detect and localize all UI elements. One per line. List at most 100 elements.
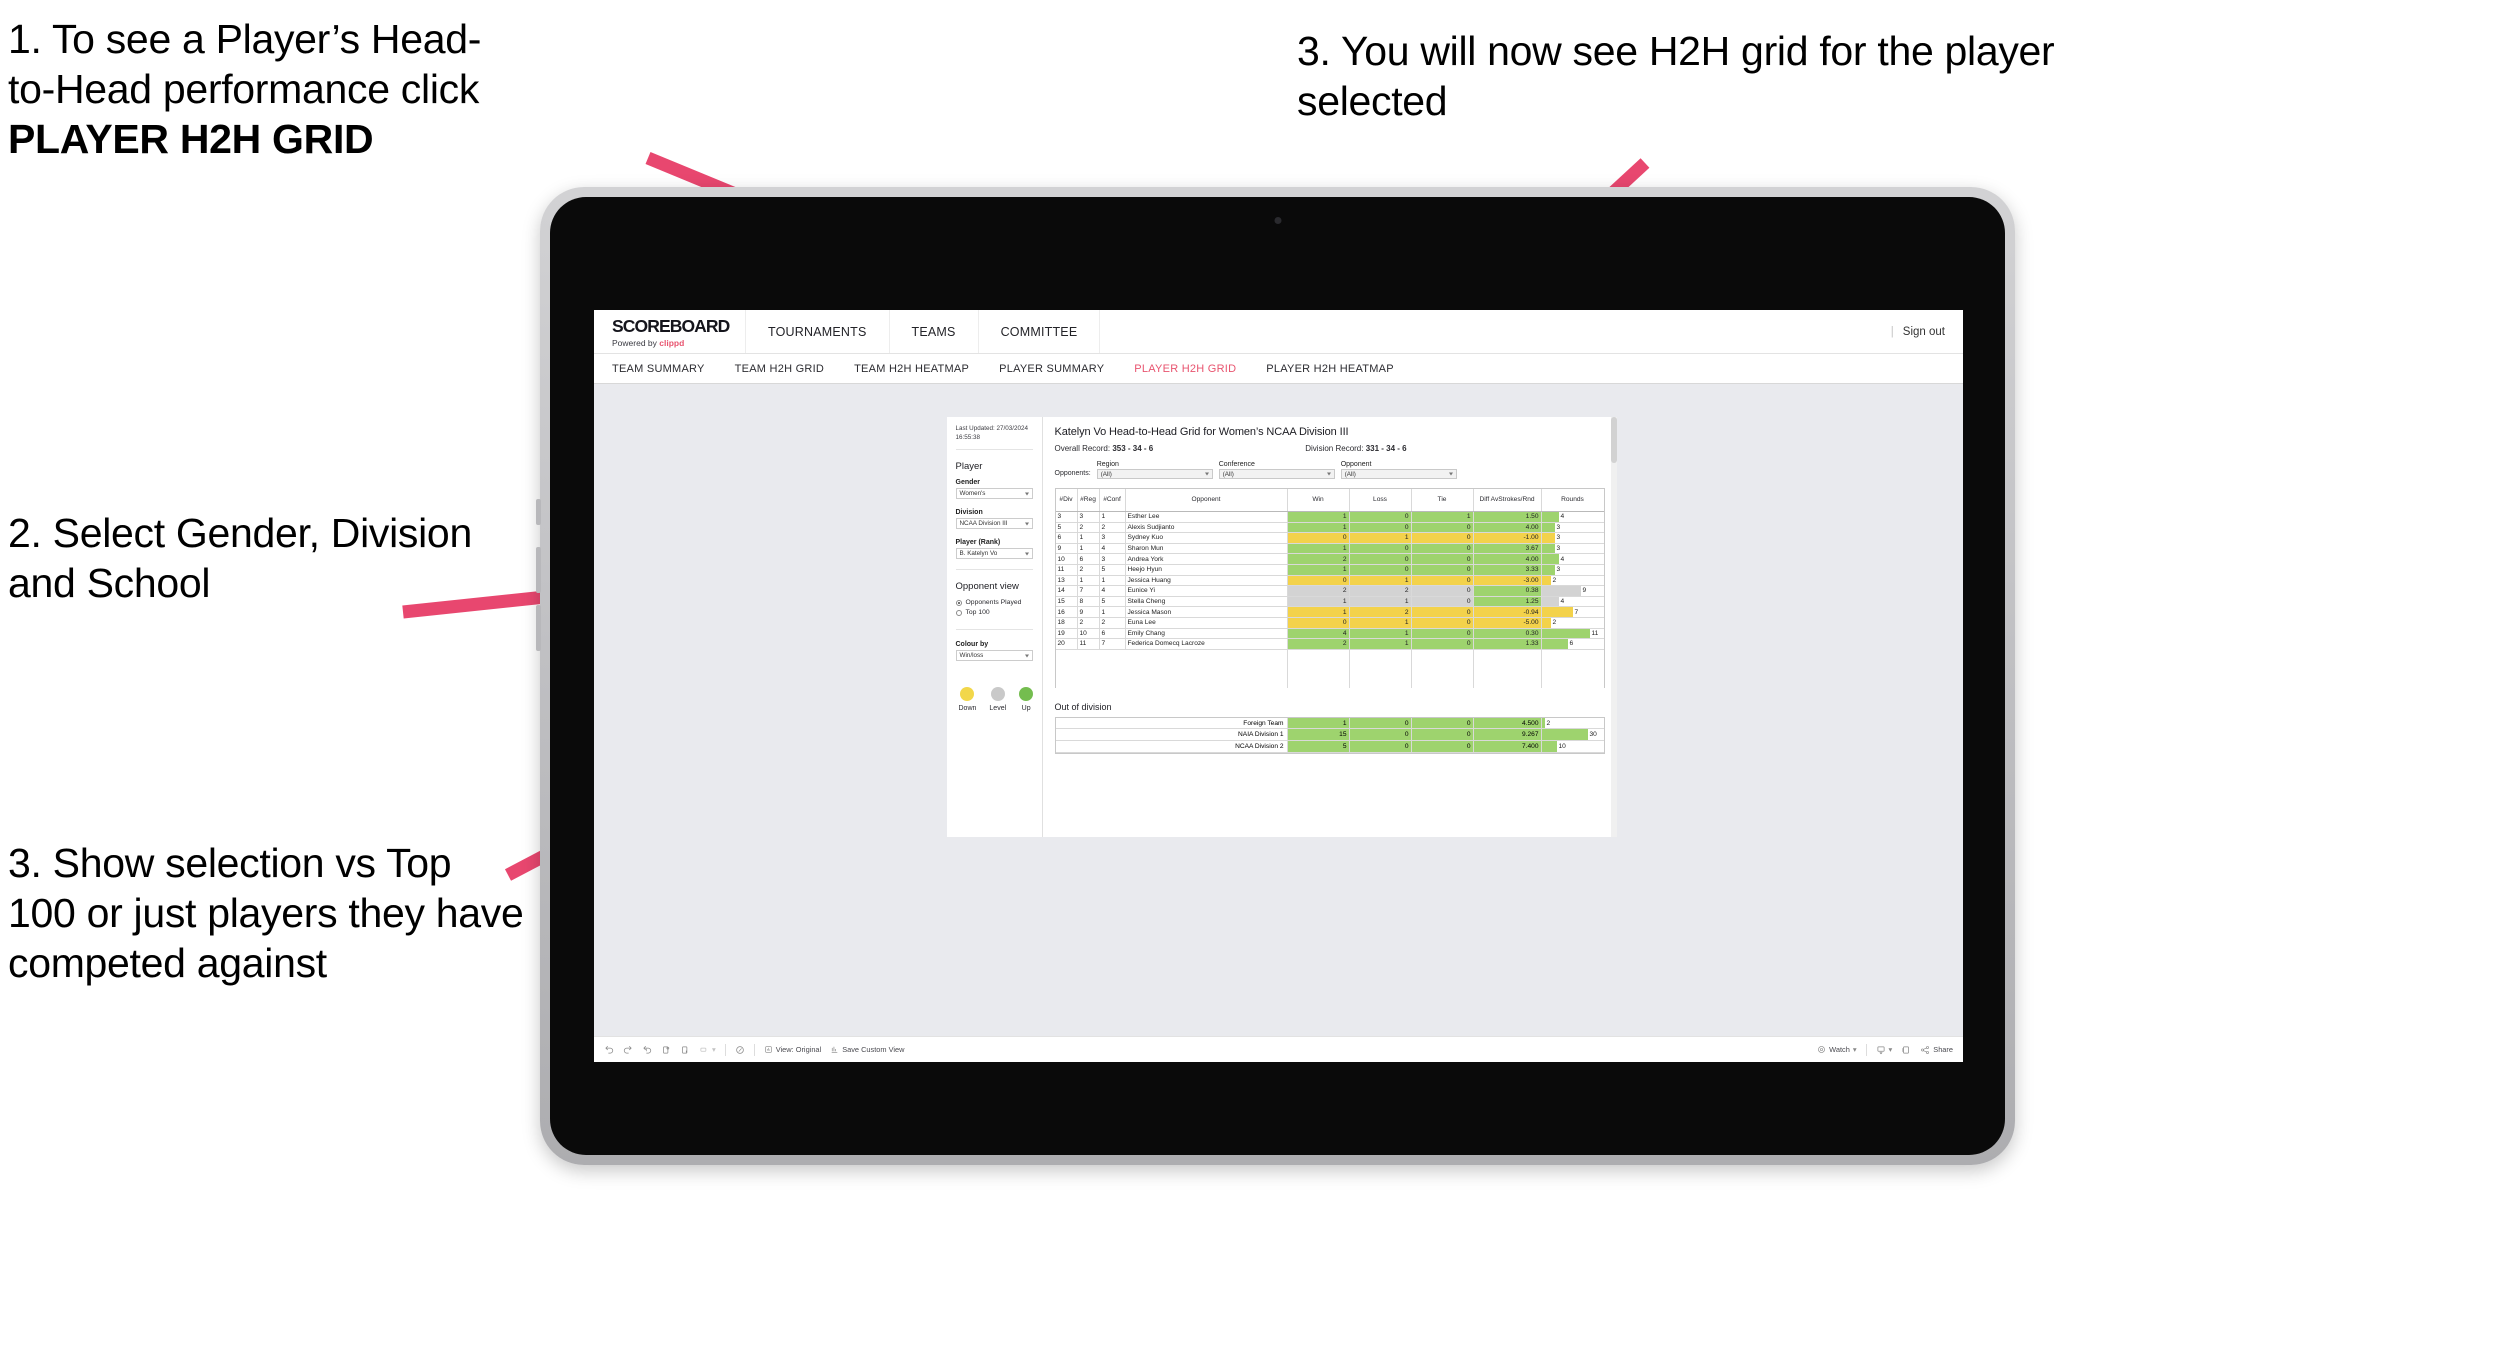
table-row[interactable]: 18 2 2 Euna Lee 0 1 0 -5.00 2 <box>1055 617 1604 629</box>
tab-player-h2h-grid[interactable]: PLAYER H2H GRID <box>1134 363 1236 375</box>
gender-value: Women's <box>959 490 986 497</box>
cell-tie: 0 <box>1411 554 1474 564</box>
volume-up-button[interactable] <box>536 547 541 593</box>
table-row[interactable]: 6 1 3 Sydney Kuo 0 1 0 -1.00 3 <box>1055 533 1604 544</box>
fullscreen-button[interactable] <box>1901 1045 1911 1055</box>
download-button[interactable]: ▾ <box>1876 1045 1892 1055</box>
table-row[interactable]: 13 1 1 Jessica Huang 0 1 0 -3.00 2 <box>1055 575 1604 587</box>
player-rank-value: B. Katelyn Vo <box>959 550 998 557</box>
cell-diff: 4.00 <box>1473 522 1542 533</box>
power-button[interactable] <box>536 499 541 525</box>
overall-record-value: 353 - 34 - 6 <box>1112 444 1154 453</box>
table-header-row: # Div # Reg # Conf Opponent Win Loss Tie Di… <box>1055 489 1604 512</box>
tab-team-h2h-grid[interactable]: TEAM H2H GRID <box>735 363 824 375</box>
tab-team-h2h-heatmap[interactable]: TEAM H2H HEATMAP <box>854 363 969 375</box>
legend-caption-level: Level <box>989 705 1007 712</box>
division-record: Division Record: 331 - 34 - 6 <box>1305 444 1406 453</box>
pause-auto-updates-icon[interactable] <box>680 1045 690 1055</box>
table-row[interactable]: 3 3 1 Esther Lee 1 0 1 1.50 4 <box>1055 512 1604 523</box>
table-row[interactable]: 10 6 3 Andrea York 2 0 0 4.00 4 <box>1055 554 1604 565</box>
table-row[interactable]: 5 2 2 Alexis Sudjianto 1 0 0 4.00 3 <box>1055 522 1604 534</box>
legend-item-down: Down <box>959 687 976 712</box>
opponent-select[interactable]: (All) <box>1340 469 1457 479</box>
share-button[interactable]: Share <box>1920 1045 1953 1055</box>
cell-reg: 9 <box>1078 607 1100 617</box>
out-of-division-row[interactable]: Foreign Team 1 0 0 4.500 2 <box>1055 717 1604 730</box>
cell-opponent: Jessica Huang <box>1126 575 1288 586</box>
toolbar-divider-2 <box>753 1043 755 1056</box>
cell-opponent: Stella Cheng <box>1126 596 1288 607</box>
nav-teams[interactable]: TEAMS <box>890 310 979 353</box>
cell-tie: 0 <box>1411 729 1474 740</box>
table-row[interactable]: 19 10 6 Emily Chang 4 1 0 0.30 11 <box>1055 628 1604 640</box>
view-original-button[interactable]: View: Original <box>764 1045 821 1054</box>
nav-tournaments[interactable]: TOURNAMENTS <box>746 310 890 353</box>
colour-by-select[interactable]: Win/loss <box>955 650 1033 661</box>
cell-diff: 9.267 <box>1473 729 1542 740</box>
region-select[interactable]: (All) <box>1096 469 1213 479</box>
undo-icon[interactable] <box>604 1045 614 1055</box>
table-row[interactable]: 15 8 5 Stella Cheng 1 1 0 1.25 4 <box>1055 596 1604 608</box>
cell-reg: 1 <box>1078 533 1100 543</box>
cell-conf: 1 <box>1100 575 1126 586</box>
cell-conf: 4 <box>1100 586 1126 596</box>
cell-rounds: 10 <box>1541 740 1604 752</box>
cell-loss: 0 <box>1349 543 1412 554</box>
cell-diff: 7.400 <box>1473 740 1542 752</box>
gender-select[interactable]: Women's <box>955 488 1033 499</box>
division-select[interactable]: NCAA Division III <box>955 518 1033 529</box>
opponent-value: (All) <box>1344 470 1356 478</box>
cell-rounds: 3 <box>1541 522 1604 533</box>
col-header-rounds: Rounds <box>1561 496 1584 504</box>
tab-team-summary[interactable]: TEAM SUMMARY <box>612 363 705 375</box>
out-of-division-row[interactable]: NCAA Division 2 5 0 0 7.400 10 <box>1055 740 1604 753</box>
table-row[interactable]: 9 1 4 Sharon Mun 1 0 0 3.67 3 <box>1055 543 1604 555</box>
brand-logo[interactable]: SCOREBOARD Powered by clippd <box>594 310 746 353</box>
cell-reg: 2 <box>1078 564 1100 575</box>
radio-top-100[interactable]: Top 100 <box>955 609 1033 616</box>
cell-win: 1 <box>1287 607 1350 617</box>
cell-conf: 5 <box>1100 596 1126 607</box>
cell-tie: 0 <box>1411 586 1474 596</box>
cell-win: 1 <box>1287 596 1350 607</box>
nav-committee[interactable]: COMMITTEE <box>979 310 1101 353</box>
annotation-1-line2: to-Head performance click <box>8 66 480 113</box>
scrollbar-thumb[interactable] <box>1610 417 1617 463</box>
redo-icon[interactable] <box>623 1045 633 1055</box>
device-layout-dropdown[interactable]: ▾ <box>699 1045 716 1055</box>
cell-opponent: Andrea York <box>1126 554 1288 564</box>
player-rank-select[interactable]: B. Katelyn Vo <box>955 548 1033 559</box>
table-row[interactable]: 16 9 1 Jessica Mason 1 2 0 -0.94 7 <box>1055 607 1604 618</box>
pause-icon[interactable] <box>735 1045 745 1055</box>
cell-win: 1 <box>1287 717 1350 729</box>
conference-select[interactable]: (All) <box>1218 469 1335 479</box>
refresh-icon[interactable] <box>661 1045 671 1055</box>
cell-conf: 6 <box>1100 628 1126 639</box>
legend-caption-up: Up <box>1021 705 1031 712</box>
toolbar-divider <box>724 1043 726 1056</box>
record-summary: Overall Record: 353 - 34 - 6 Division Re… <box>1055 444 1605 453</box>
tab-player-summary[interactable]: PLAYER SUMMARY <box>999 363 1104 375</box>
cell-conf: 5 <box>1100 564 1126 575</box>
watch-button[interactable]: Watch ▾ <box>1817 1045 1857 1054</box>
table-row[interactable]: 11 2 5 Heejo Hyun 1 0 0 3.33 3 <box>1055 564 1604 576</box>
sign-out-link[interactable]: Sign out <box>1903 326 1945 338</box>
legend-dot-up-icon <box>1019 687 1034 701</box>
revert-icon[interactable] <box>642 1045 652 1055</box>
cell-loss: 1 <box>1349 575 1412 586</box>
panel-heading-player: Player <box>955 461 983 472</box>
table-scrollbar[interactable] <box>1610 417 1617 837</box>
volume-down-button[interactable] <box>536 605 541 651</box>
table-row[interactable]: 20 11 7 Federica Domecq Lacroze 2 1 0 1.33 6 <box>1055 639 1604 650</box>
opponent-filters: Opponents: Region (All) Conference (All)… <box>1055 461 1605 479</box>
region-filter: Region (All) <box>1096 461 1213 479</box>
table-row[interactable]: 14 7 4 Eunice Yi 2 2 0 0.38 9 <box>1055 586 1604 597</box>
save-custom-view-button[interactable]: Save Custom View <box>830 1045 905 1054</box>
out-of-division-row[interactable]: NAIA Division 1 15 0 0 9.267 30 <box>1055 729 1604 741</box>
brand-subtitle: Powered by clippd <box>612 338 745 348</box>
cell-opponent: Eunice Yi <box>1126 586 1288 596</box>
radio-opponents-played[interactable]: Opponents Played <box>955 599 1033 606</box>
annotation-1: 1. To see a Player’s Head- to-Head perfo… <box>8 14 738 164</box>
sub-navigation: TEAM SUMMARY TEAM H2H GRID TEAM H2H HEAT… <box>594 354 1963 384</box>
tab-player-h2h-heatmap[interactable]: PLAYER H2H HEATMAP <box>1266 363 1394 375</box>
